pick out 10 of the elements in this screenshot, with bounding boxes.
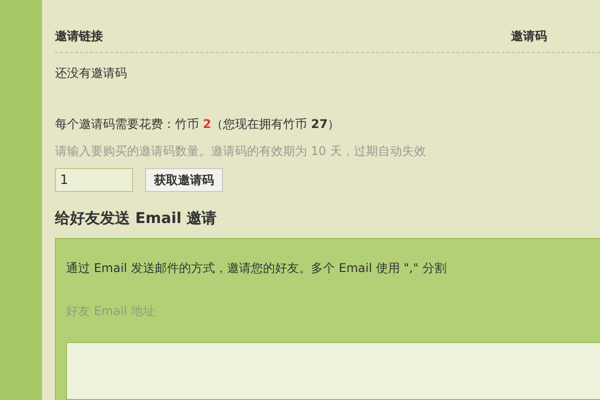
hint-text: 请输入要购买的邀请码数量。邀请码的有效期为 10 天，过期自动失效 <box>55 143 427 160</box>
column-header: 邀请链接 <box>55 28 103 45</box>
section-heading: 给好友发送 Email 邀请 <box>55 209 218 228</box>
quantity-input[interactable]: 1 <box>55 168 133 192</box>
cost-text: 每个邀请码需要花费：竹币 2（您现在拥有竹币 27） <box>55 116 341 133</box>
get-code-button[interactable]: 获取邀请码 <box>145 168 223 192</box>
email-input[interactable] <box>66 342 600 400</box>
column-header: 邀请码 <box>511 28 547 45</box>
empty-message: 还没有邀请码 <box>55 65 128 82</box>
description-text: 通过 Email 发送邮件的方式，邀请您的好友。多个 Email 使用 "," 分割 <box>66 260 448 277</box>
